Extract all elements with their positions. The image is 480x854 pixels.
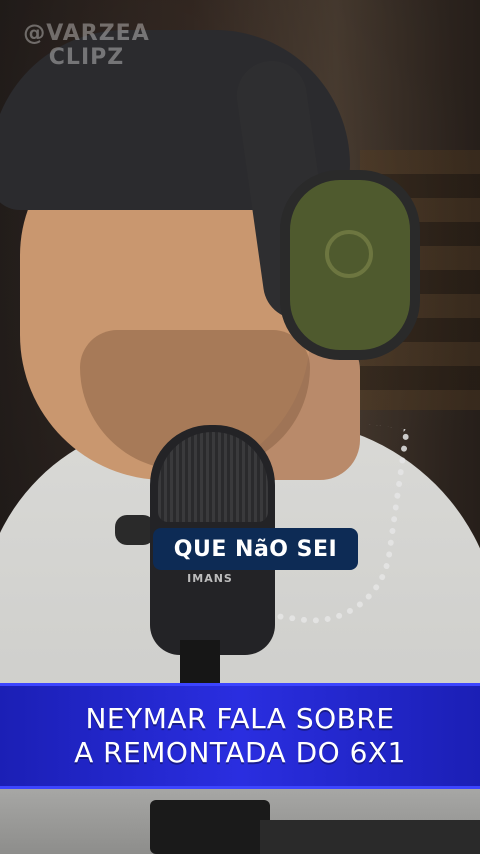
video-frame[interactable]: IMANS @VARZEA CLIPZ QUE NãO SEI NEYMAR F… xyxy=(0,0,480,854)
mic-clamp-left xyxy=(115,515,155,545)
title-line-2: A REMONTADA DO 6X1 xyxy=(74,736,406,769)
headphone-logo-icon xyxy=(325,230,373,278)
watermark-line-1: @VARZEA xyxy=(23,21,150,46)
watermark-line-2: CLIPZ xyxy=(48,45,125,70)
desk-equipment xyxy=(260,820,480,854)
title-line-1: NEYMAR FALA SOBRE xyxy=(85,702,395,735)
caption-subtitle: QUE NãO SEI xyxy=(153,528,358,570)
microphone-brand: IMANS xyxy=(187,572,233,585)
video-title-banner: NEYMAR FALA SOBRE A REMONTADA DO 6X1 xyxy=(0,683,480,789)
channel-watermark: @VARZEA CLIPZ xyxy=(14,22,159,70)
mic-stand-base xyxy=(150,800,270,854)
